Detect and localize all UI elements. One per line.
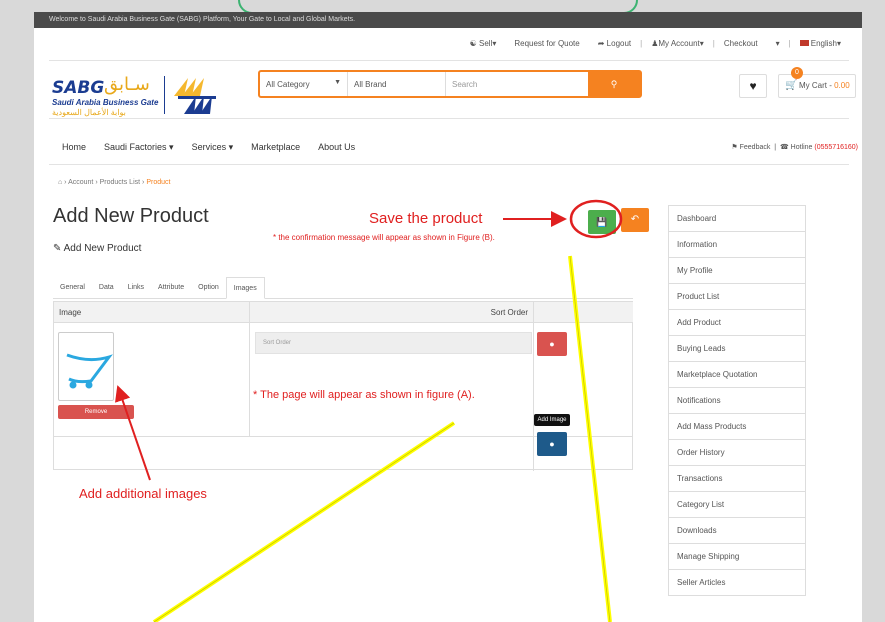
welcome-bar: Welcome to Saudi Arabia Business Gate (S… (34, 12, 862, 28)
sidebar-item-add-product[interactable]: Add Product (668, 310, 806, 336)
sidebar-item-category-list[interactable]: Category List (668, 492, 806, 518)
breadcrumb-account[interactable]: Account (68, 179, 93, 186)
site-logo[interactable]: SABG سـابق Saudi Arabia Business Gate بو… (52, 74, 217, 122)
nav-services[interactable]: Services ▾ (192, 142, 234, 153)
add-images-annotation: Add additional images (79, 486, 207, 501)
phone-icon: ☎ (779, 144, 789, 151)
logo-name-en: Saudi Arabia Business Gate (52, 98, 159, 107)
logout-icon: ➦ (597, 38, 605, 48)
caret-down-icon: ▼ (334, 79, 341, 86)
main-nav: Home Saudi Factories ▾ Services ▾ Market… (62, 142, 355, 153)
column-header-sort-order: Sort Order (249, 302, 533, 323)
page-note-annotation: * The page will appear as shown in figur… (253, 389, 475, 401)
logo-name-ar: بوابة الأعمال السعودية (52, 108, 126, 117)
search-button[interactable]: ⚲ (588, 72, 640, 96)
divider (49, 118, 849, 119)
home-icon[interactable]: ⌂ (58, 179, 62, 186)
sidebar-item-product-list[interactable]: Product List (668, 284, 806, 310)
account-sidebar: Dashboard Information My Profile Product… (668, 205, 806, 596)
sidebar-item-downloads[interactable]: Downloads (668, 518, 806, 544)
logo-wings-icon (174, 78, 216, 114)
search-bar: All Category ▼ All Brand Search ⚲ (258, 70, 642, 98)
back-button[interactable]: ↶ (621, 208, 649, 232)
my-account-link[interactable]: ♟My Account▾ (642, 39, 713, 48)
logout-link[interactable]: ➦ Logout (589, 39, 640, 48)
sidebar-item-notifications[interactable]: Notifications (668, 388, 806, 414)
brand-select[interactable]: All Brand (348, 72, 446, 96)
sidebar-item-information[interactable]: Information (668, 232, 806, 258)
save-icon: 💾 (596, 217, 608, 227)
sidebar-item-seller-articles[interactable]: Seller Articles (668, 570, 806, 596)
language-dropdown[interactable]: English▾ (791, 39, 850, 48)
delete-row-button[interactable]: ● (537, 332, 567, 356)
sidebar-item-dashboard[interactable]: Dashboard (668, 205, 806, 232)
sell-link[interactable]: ☯ Sell▾ (461, 39, 506, 48)
feedback-hotline: ⚑ Feedback | ☎ Hotline (0555716160) (731, 144, 858, 151)
tab-attribute[interactable]: Attribute (151, 277, 191, 298)
tab-images[interactable]: Images (225, 277, 265, 299)
divider (49, 60, 849, 61)
placeholder-image-icon (66, 353, 113, 389)
sidebar-item-transactions[interactable]: Transactions (668, 466, 806, 492)
breadcrumb: ⌂ › Account › Products List › Product (58, 179, 171, 186)
wishlist-button[interactable]: ♥ (739, 74, 767, 98)
add-image-tooltip: Add Image (534, 414, 570, 426)
sidebar-item-add-mass-products[interactable]: Add Mass Products (668, 414, 806, 440)
search-icon: ⚲ (610, 78, 618, 89)
tab-general[interactable]: General (53, 277, 92, 298)
divider (49, 164, 849, 165)
cart-button[interactable]: 🛒 0 My Cart - 0.00 (778, 67, 856, 98)
sidebar-item-marketplace-quotation[interactable]: Marketplace Quotation (668, 362, 806, 388)
request-quote-link[interactable]: Request for Quote (505, 39, 588, 48)
hotline: ☎ Hotline (0555716160) (779, 144, 858, 151)
nav-saudi-factories[interactable]: Saudi Factories ▾ (104, 142, 174, 153)
nav-about-us[interactable]: About Us (318, 142, 355, 153)
nav-marketplace[interactable]: Marketplace (251, 142, 300, 153)
sidebar-item-order-history[interactable]: Order History (668, 440, 806, 466)
category-select[interactable]: All Category ▼ (260, 72, 348, 96)
add-image-button[interactable]: ● (537, 432, 567, 456)
plus-circle-icon: ● (549, 439, 555, 449)
checkout-link[interactable]: Checkout (715, 39, 767, 48)
browser-screenshot: Welcome to Saudi Arabia Business Gate (S… (34, 12, 862, 622)
logo-abbr: SABG (52, 78, 105, 98)
pencil-icon: ✎ (53, 243, 62, 254)
sidebar-item-manage-shipping[interactable]: Manage Shipping (668, 544, 806, 570)
breadcrumb-products-list[interactable]: Products List (100, 179, 140, 186)
users-icon: ☯ (469, 38, 477, 48)
tab-links[interactable]: Links (121, 277, 151, 298)
save-button[interactable]: 💾 (588, 210, 616, 234)
product-image-thumbnail[interactable] (58, 332, 114, 401)
product-tabs: General Data Links Attribute Option Imag… (53, 277, 633, 299)
save-annotation: Save the product (369, 210, 483, 227)
column-header-image: Image (54, 302, 249, 323)
flag-icon: ⚑ (731, 144, 738, 151)
minus-circle-icon: ● (549, 339, 555, 349)
nav-home[interactable]: Home (62, 142, 86, 153)
currency-dropdown[interactable]: ▾ (767, 39, 789, 48)
tab-option[interactable]: Option (191, 277, 226, 298)
cart-count-badge: 0 (791, 67, 803, 79)
feedback-link[interactable]: ⚑ Feedback (731, 144, 770, 151)
breadcrumb-current[interactable]: Product (146, 179, 170, 186)
remove-image-button[interactable]: Remove (58, 405, 134, 419)
flag-icon (799, 39, 809, 46)
save-note-annotation: * the confirmation message will appear a… (273, 233, 495, 242)
sidebar-item-my-profile[interactable]: My Profile (668, 258, 806, 284)
images-table: Image Sort Order Remove Sort Order ● Add… (53, 301, 633, 471)
top-links: ☯ Sell▾ Request for Quote ➦ Logout | ♟My… (461, 37, 850, 49)
tab-data[interactable]: Data (92, 277, 121, 298)
search-input[interactable]: Search (446, 72, 588, 96)
sort-order-input[interactable]: Sort Order (255, 332, 532, 354)
page-title: Add New Product (53, 205, 209, 227)
logo-arabic-abbr: سـابق (104, 74, 150, 95)
panel-title: ✎ Add New Product (53, 243, 142, 254)
reply-icon: ↶ (630, 214, 640, 225)
sidebar-item-buying-leads[interactable]: Buying Leads (668, 336, 806, 362)
cart-amount: 0.00 (834, 81, 850, 90)
heart-icon: ♥ (749, 79, 757, 93)
